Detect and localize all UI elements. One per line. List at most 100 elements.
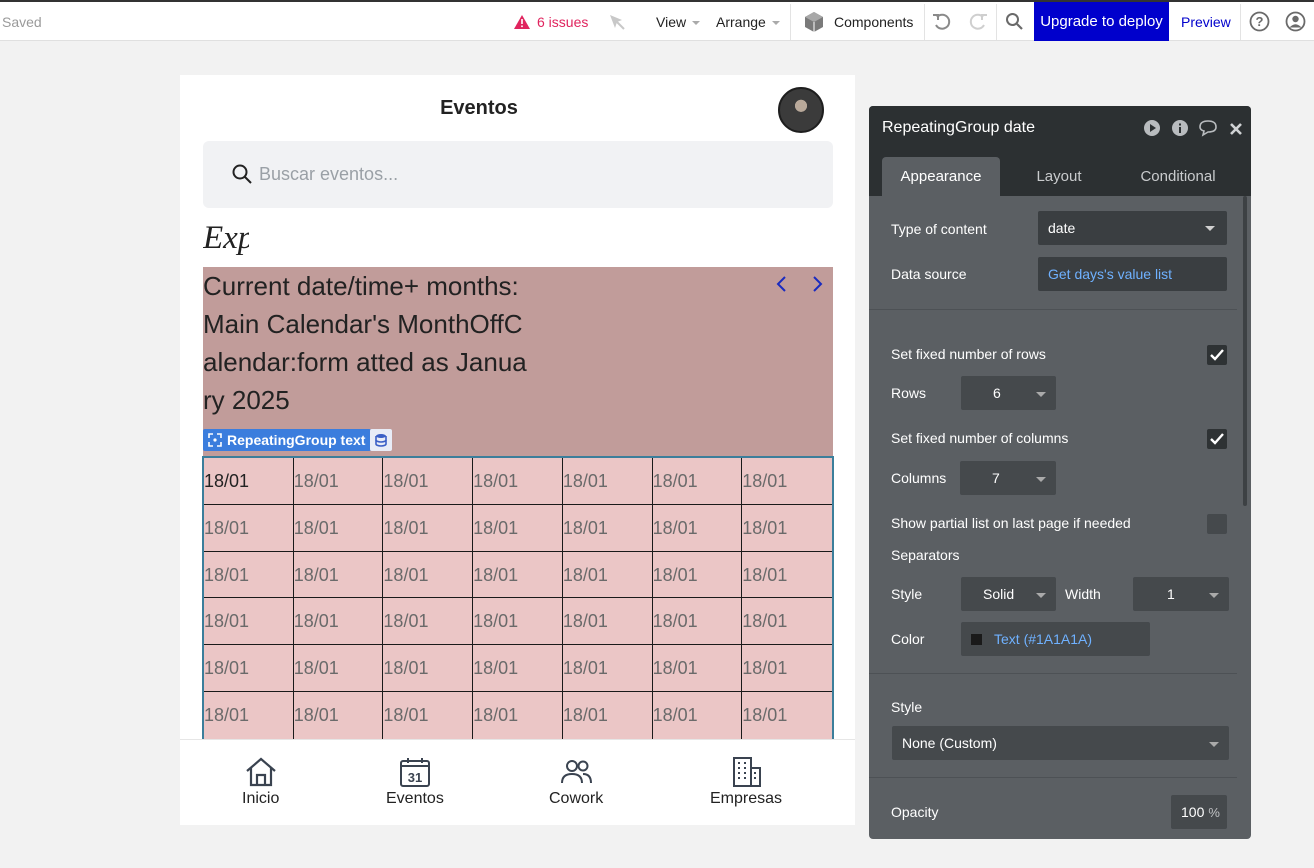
undo-button[interactable]: [932, 2, 952, 41]
grid-cell[interactable]: 18/01: [652, 504, 743, 552]
view-menu[interactable]: View: [656, 2, 701, 41]
chevron-down-icon: [692, 20, 701, 25]
comment-icon[interactable]: [1198, 119, 1218, 137]
grid-cell[interactable]: 18/01: [294, 692, 384, 739]
tab-cowork[interactable]: Cowork: [549, 756, 603, 808]
divider: [996, 4, 997, 40]
grid-cell[interactable]: 18/01: [204, 598, 294, 646]
rows-label: Rows: [891, 385, 927, 401]
divider: [869, 309, 1237, 310]
info-icon[interactable]: [1171, 119, 1189, 137]
components-button[interactable]: Components: [803, 2, 913, 41]
explore-heading[interactable]: Exp: [203, 220, 249, 260]
fixed-rows-checkbox[interactable]: [1207, 345, 1227, 365]
play-icon[interactable]: [1143, 119, 1161, 137]
grid-cell[interactable]: 18/01: [383, 551, 474, 599]
grid-cell[interactable]: 18/01: [652, 598, 743, 646]
grid-cell[interactable]: 18/01: [562, 504, 653, 552]
grid-cell[interactable]: 18/01: [473, 551, 563, 599]
account-button[interactable]: [1285, 2, 1306, 41]
grid-cell[interactable]: 18/01: [653, 692, 743, 739]
grid-cell[interactable]: 18/01: [293, 645, 384, 693]
grid-cell[interactable]: 18/01: [204, 692, 294, 739]
grid-cell[interactable]: 18/01: [473, 504, 563, 552]
grid-cell[interactable]: 18/01: [204, 504, 294, 552]
style-dropdown[interactable]: None (Custom): [892, 726, 1229, 760]
grid-cell[interactable]: 18/01: [742, 645, 832, 693]
grid-cell[interactable]: 18/01: [742, 598, 832, 646]
grid-cell[interactable]: 18/01: [383, 458, 474, 505]
search-input[interactable]: Buscar eventos...: [203, 141, 833, 208]
type-of-content-dropdown[interactable]: date: [1038, 211, 1227, 245]
opacity-input[interactable]: 100 %: [1171, 795, 1227, 829]
page-title: Eventos: [440, 97, 518, 119]
month-heading-text[interactable]: Current date/time+ months: Main Calendar…: [203, 267, 533, 419]
grid-cell[interactable]: 18/01: [652, 458, 743, 505]
panel-scrollbar[interactable]: [1243, 196, 1247, 506]
selection-icon: [208, 433, 222, 447]
data-source-field[interactable]: Get days's value list: [1038, 257, 1227, 291]
close-icon[interactable]: [1229, 122, 1243, 136]
tab-label: Empresas: [710, 790, 783, 807]
data-source-button[interactable]: [370, 429, 392, 451]
rows-input[interactable]: 6: [961, 376, 1056, 410]
grid-cell[interactable]: 18/01: [473, 645, 563, 693]
separator-style-dropdown[interactable]: Solid: [961, 577, 1056, 611]
grid-cell[interactable]: 18/01: [563, 692, 653, 739]
grid-cell[interactable]: 18/01: [562, 458, 653, 505]
chevron-down-icon: [771, 20, 780, 25]
grid-cell[interactable]: 18/01: [742, 552, 832, 599]
columns-input[interactable]: 7: [960, 461, 1056, 495]
preview-button[interactable]: Preview: [1181, 2, 1231, 41]
grid-cell[interactable]: 18/01: [652, 645, 743, 693]
selected-element-tag[interactable]: RepeatingGroup text: [203, 429, 372, 451]
chevron-right-icon[interactable]: [810, 274, 824, 294]
grid-cell[interactable]: 18/01: [383, 504, 474, 552]
app-page-canvas[interactable]: Eventos Buscar eventos... Exp Current da…: [180, 75, 855, 825]
separator-width-input[interactable]: 1: [1133, 577, 1229, 611]
help-button[interactable]: ?: [1249, 2, 1270, 41]
grid-cell[interactable]: 18/01: [473, 692, 563, 739]
tab-empresas[interactable]: Empresas: [710, 756, 782, 808]
grid-cell[interactable]: 18/01: [293, 458, 384, 505]
separator-color-picker[interactable]: Text (#1A1A1A): [961, 622, 1150, 656]
tab-eventos[interactable]: 31 Eventos: [386, 756, 444, 808]
grid-cell[interactable]: 18/01: [293, 598, 384, 646]
grid-cell[interactable]: 18/01: [473, 458, 563, 505]
grid-cell[interactable]: 18/01: [562, 645, 653, 693]
grid-cell[interactable]: 18/01: [383, 692, 474, 739]
tab-appearance[interactable]: Appearance: [882, 157, 1000, 196]
chevron-left-icon[interactable]: [775, 274, 789, 294]
issues-button[interactable]: 6 issues: [514, 2, 588, 41]
grid-cell[interactable]: 18/01: [204, 551, 294, 599]
grid-cell[interactable]: 18/01: [562, 598, 653, 646]
tab-layout[interactable]: Layout: [1000, 157, 1118, 196]
grid-cell[interactable]: 18/01: [383, 645, 474, 693]
arrange-menu[interactable]: Arrange: [716, 2, 780, 41]
grid-cell[interactable]: 18/01: [204, 645, 294, 693]
repeating-group-date-grid[interactable]: 18/01 18/01 18/01 18/01 18/01 18/01 18/01 18/01…: [202, 456, 834, 741]
grid-cell[interactable]: 18/01: [293, 551, 384, 599]
fixed-columns-checkbox[interactable]: [1207, 429, 1227, 449]
grid-cell[interactable]: 18/01: [204, 458, 294, 505]
grid-cell[interactable]: 18/01: [742, 505, 832, 552]
grid-cell[interactable]: 18/01: [473, 598, 563, 646]
grid-cell[interactable]: 18/01: [383, 598, 474, 646]
redo-button[interactable]: [968, 2, 988, 41]
tab-conditional[interactable]: Conditional: [1119, 157, 1237, 196]
fixed-columns-label: Set fixed number of columns: [891, 430, 1069, 446]
avatar[interactable]: [778, 87, 824, 133]
upgrade-to-deploy-button[interactable]: Upgrade to deploy: [1034, 2, 1169, 41]
calendar-header-group[interactable]: Current date/time+ months: Main Calendar…: [203, 267, 833, 456]
opacity-unit: %: [1208, 804, 1220, 820]
grid-cell[interactable]: 18/01: [293, 504, 384, 552]
grid-cell[interactable]: 18/01: [742, 458, 832, 505]
grid-cell[interactable]: 18/01: [742, 692, 832, 739]
grid-cell[interactable]: 18/01: [562, 551, 653, 599]
partial-list-checkbox[interactable]: [1207, 514, 1227, 534]
tab-inicio[interactable]: Inicio: [242, 756, 279, 808]
inspect-cursor-button[interactable]: [608, 2, 626, 41]
separator-style-value: Solid: [983, 586, 1015, 602]
search-button[interactable]: [1005, 2, 1024, 41]
grid-cell[interactable]: 18/01: [652, 551, 743, 599]
